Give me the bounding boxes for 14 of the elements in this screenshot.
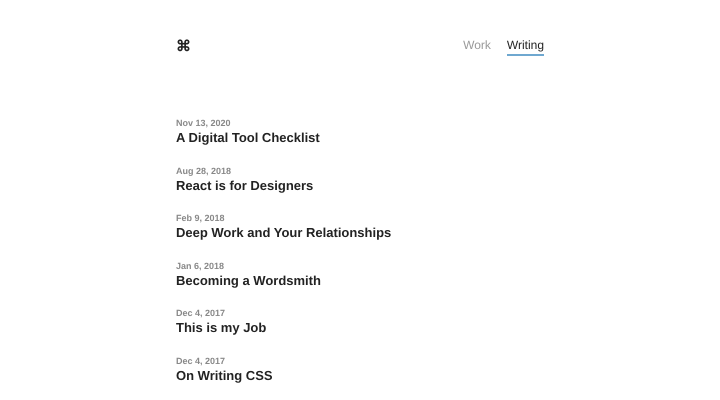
post-title-link[interactable]: This is my Job (176, 319, 266, 336)
nav-link[interactable]: Writing (506, 36, 544, 56)
post-title-link[interactable]: On Writing CSS (176, 366, 273, 384)
post-title-link[interactable]: Deep Work and Your Relationships (176, 224, 392, 241)
post-date: Jan 6, 2018 (176, 260, 224, 272)
post-date: Aug 28, 2018 (176, 164, 232, 176)
logo-link[interactable]: ⌘ (176, 38, 191, 54)
post-date: Dec 4, 2017 (176, 307, 226, 319)
post-title-link[interactable]: React is for Designers (176, 176, 314, 194)
post-date: Dec 4, 2017 (176, 354, 226, 366)
post-title-link[interactable]: A Digital Tool Checklist (176, 129, 320, 146)
post-date: Feb 9, 2018 (176, 212, 225, 224)
post-date: Nov 13, 2020 (176, 117, 231, 129)
post-title-link[interactable]: Becoming a Wordsmith (176, 272, 321, 288)
